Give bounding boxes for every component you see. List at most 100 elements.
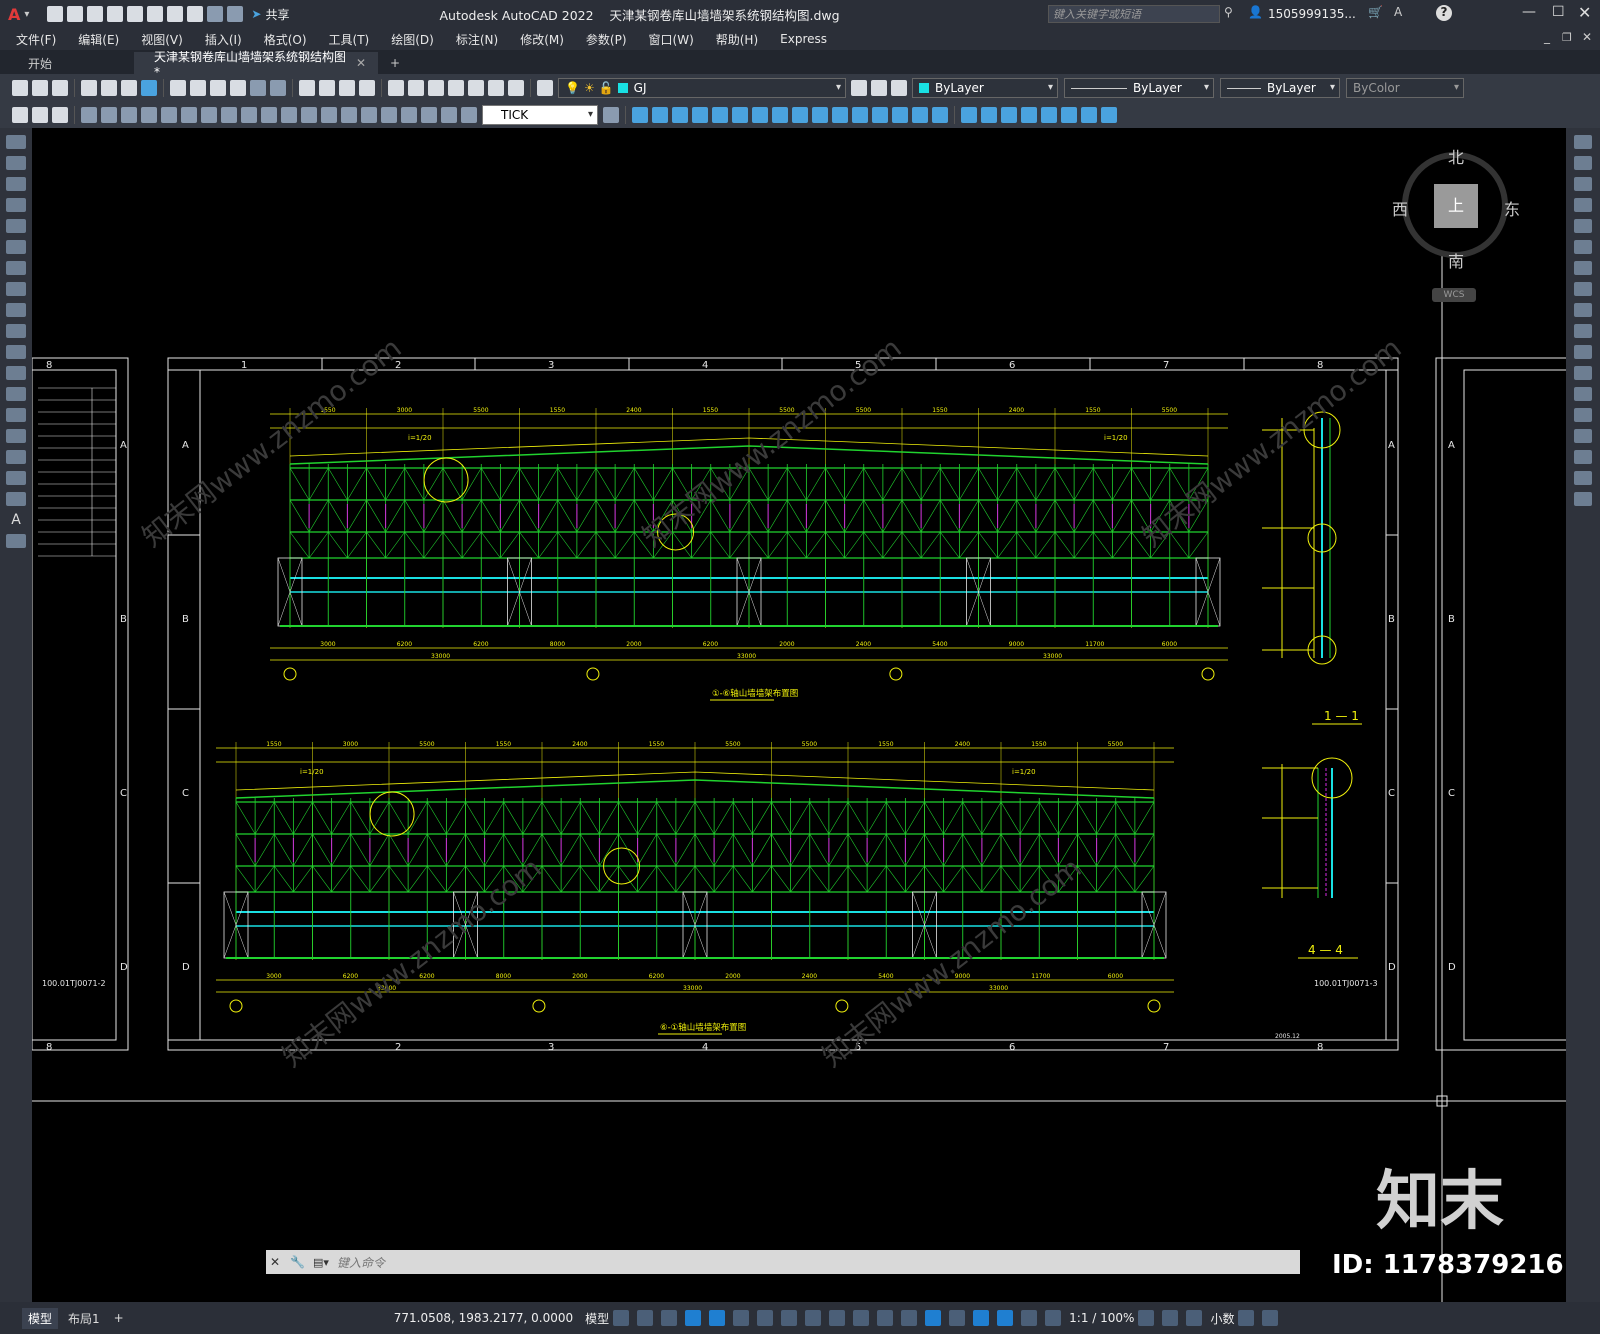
explode-icon[interactable] <box>932 107 948 123</box>
text-front-icon[interactable] <box>1021 107 1037 123</box>
autodesk-a360-icon[interactable]: A <box>1394 5 1402 19</box>
snap-icon[interactable] <box>637 1310 654 1326</box>
units-icon[interactable] <box>1186 1310 1203 1326</box>
save-toolbar-icon[interactable] <box>52 80 68 96</box>
send-back-icon[interactable] <box>1001 107 1017 123</box>
compass-west[interactable]: 西 <box>1392 196 1408 220</box>
transparency-icon[interactable] <box>853 1310 870 1326</box>
join-icon[interactable] <box>872 107 888 123</box>
dimstyle-dropdown[interactable]: TICK ▾ <box>482 105 598 125</box>
dim-continue-icon[interactable] <box>281 107 297 123</box>
customize-status-icon[interactable] <box>1262 1310 1279 1326</box>
plot-toolbar-icon[interactable] <box>121 80 137 96</box>
offset-side-icon[interactable] <box>1574 198 1592 212</box>
menu-dimension[interactable]: 标注(N) <box>456 31 498 48</box>
tab-drawing[interactable]: 天津某钢卷库山墙墙架系统钢结构图* ✕ <box>134 50 378 79</box>
polyline-icon[interactable] <box>6 177 26 191</box>
share-button[interactable]: ➤ 共享 <box>251 6 289 23</box>
dim-jogged-icon[interactable] <box>181 107 197 123</box>
web-mobile-icon[interactable] <box>127 6 144 22</box>
scale-side-icon[interactable] <box>1574 282 1592 296</box>
model-space-toggle[interactable]: 模型 <box>585 1310 609 1327</box>
linetype-dropdown[interactable]: ByLayer ▾ <box>1064 78 1214 98</box>
mirror-icon[interactable] <box>672 107 688 123</box>
compass-south[interactable]: 南 <box>1448 248 1464 272</box>
extend-icon[interactable] <box>832 107 848 123</box>
center-mark-icon[interactable] <box>361 107 377 123</box>
new-file-icon[interactable] <box>47 6 64 22</box>
print-icon[interactable] <box>81 80 97 96</box>
break-icon[interactable] <box>852 107 868 123</box>
polygon-icon[interactable] <box>6 198 26 212</box>
erase-side-icon[interactable] <box>1574 135 1592 149</box>
menu-help[interactable]: 帮助(H) <box>716 31 758 48</box>
chamfer-icon[interactable] <box>892 107 908 123</box>
tolerance-icon[interactable] <box>341 107 357 123</box>
layout-tab-model[interactable]: 模型 <box>22 1307 59 1329</box>
spline-icon[interactable] <box>6 303 26 317</box>
hatch-icon[interactable] <box>6 429 26 443</box>
dim-update-icon[interactable] <box>461 107 477 123</box>
units-readout[interactable]: 小数 <box>1210 1310 1234 1327</box>
menu-view[interactable]: 视图(V) <box>141 31 183 48</box>
move-side-icon[interactable] <box>1574 240 1592 254</box>
add-layout-icon[interactable]: + <box>114 1311 124 1325</box>
matchprop-icon[interactable] <box>230 80 246 96</box>
copy-object-icon[interactable] <box>652 107 668 123</box>
rotate-side-icon[interactable] <box>1574 261 1592 275</box>
zoom-window-icon[interactable] <box>339 80 355 96</box>
minimize-icon[interactable]: — <box>1522 4 1536 20</box>
stretch-side-icon[interactable] <box>1574 303 1592 317</box>
jogged-linear-icon[interactable] <box>401 107 417 123</box>
table-icon[interactable] <box>6 492 26 506</box>
object-snap-tracking-icon[interactable] <box>781 1310 798 1326</box>
open-file-icon[interactable] <box>67 6 84 22</box>
trim-side-icon[interactable] <box>1574 324 1592 338</box>
line-icon[interactable] <box>6 135 26 149</box>
help-icon[interactable]: ? <box>1436 5 1452 21</box>
insert-block-icon[interactable] <box>6 366 26 380</box>
tab-close-icon[interactable]: ✕ <box>356 56 366 70</box>
ucs-previous-icon[interactable] <box>52 107 68 123</box>
chamfer-side-icon[interactable] <box>1574 429 1592 443</box>
save-icon[interactable] <box>87 6 104 22</box>
rectangle-icon[interactable] <box>6 219 26 233</box>
command-recent-icon[interactable]: ▤▾ <box>313 1256 329 1269</box>
dim-linear-icon[interactable] <box>81 107 97 123</box>
new-tab-button[interactable]: + <box>378 52 412 74</box>
redo-icon[interactable] <box>207 6 224 22</box>
dimstyle-manager-icon[interactable] <box>603 107 619 123</box>
copy-icon[interactable] <box>190 80 206 96</box>
menu-format[interactable]: 格式(O) <box>264 31 307 48</box>
annotation-visibility-icon[interactable] <box>997 1310 1014 1326</box>
trim-icon[interactable] <box>812 107 828 123</box>
make-current-icon[interactable] <box>851 80 867 96</box>
array-side-icon[interactable] <box>1574 219 1592 233</box>
array-icon[interactable] <box>712 107 728 123</box>
dim-diameter-icon[interactable] <box>201 107 217 123</box>
join-side-icon[interactable] <box>1574 408 1592 422</box>
cart-icon[interactable]: 🛒 <box>1368 5 1383 19</box>
circle-icon[interactable] <box>6 261 26 275</box>
draworder-icon[interactable] <box>961 107 977 123</box>
user-icon[interactable]: 👤 <box>1248 5 1263 19</box>
move-icon[interactable] <box>732 107 748 123</box>
blend-side-icon[interactable] <box>1574 471 1592 485</box>
lines-front-icon[interactable] <box>1061 107 1077 123</box>
tool-palettes-icon[interactable] <box>428 80 444 96</box>
layer-previous-icon[interactable] <box>871 80 887 96</box>
command-customize-icon[interactable]: 🔧 <box>290 1255 305 1269</box>
object-snap-icon[interactable] <box>805 1310 822 1326</box>
ellipse-arc-icon[interactable] <box>6 345 26 359</box>
plotstyle-dropdown[interactable]: ByColor ▾ <box>1346 78 1464 98</box>
annotation-front-icon[interactable] <box>1081 107 1097 123</box>
extend-side-icon[interactable] <box>1574 345 1592 359</box>
copy-side-icon[interactable] <box>1574 156 1592 170</box>
zoom-realtime-icon[interactable] <box>319 80 335 96</box>
quick-dim-icon[interactable] <box>241 107 257 123</box>
infer-constraints-icon[interactable] <box>661 1310 678 1326</box>
design-center-icon[interactable] <box>408 80 424 96</box>
dim-text-edit-icon[interactable] <box>441 107 457 123</box>
coordinates-readout[interactable]: 771.0508, 1983.2177, 0.0000 <box>394 1311 573 1325</box>
make-block-icon[interactable] <box>6 387 26 401</box>
